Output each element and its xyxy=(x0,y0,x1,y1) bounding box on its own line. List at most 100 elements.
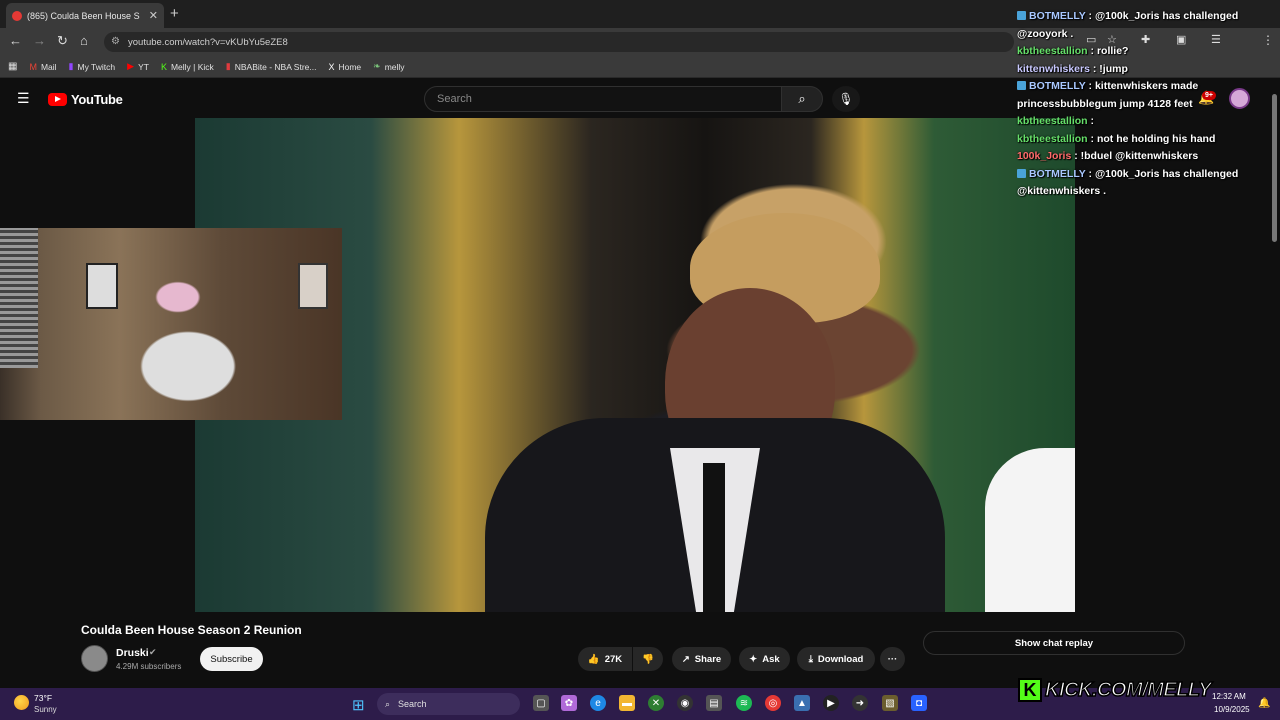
tab-title: (865) Coulda Been House S xyxy=(27,10,140,21)
taskbar-search-icon: ⌕ xyxy=(385,698,391,709)
kick-url-text: KICK.COM/MELLY xyxy=(1044,678,1212,702)
back-icon[interactable]: ← xyxy=(9,33,22,48)
weather-temperature[interactable]: 73°F xyxy=(34,693,52,703)
channel-avatar[interactable] xyxy=(81,645,108,672)
youtube-logo[interactable]: YouTube xyxy=(48,92,123,107)
chat-text: not he holding his hand xyxy=(1096,132,1216,145)
menu-icon[interactable]: ☰ xyxy=(17,90,30,107)
chat-username: 100k_Joris xyxy=(1017,150,1072,162)
address-bar[interactable]: youtube.com/watch?v=vKUbYu5eZE8 xyxy=(104,32,1014,52)
search-placeholder: Search xyxy=(437,93,472,105)
taskbar-time[interactable]: 12:32 AM xyxy=(1212,692,1246,701)
bookmark-item[interactable]: K Melly | Kick xyxy=(161,62,214,72)
like-button[interactable]: 👍 27K xyxy=(578,647,632,671)
chat-message: kittenwhiskers : !jump xyxy=(1017,61,1267,79)
youtube-favicon-icon xyxy=(12,10,22,21)
chat-username: kbtheestallion xyxy=(1017,45,1088,57)
youtube-play-icon xyxy=(48,93,67,106)
youtube-logo-text: YouTube xyxy=(71,92,123,107)
bookmark-label: My Twitch xyxy=(77,61,116,72)
chat-separator: : xyxy=(1085,167,1095,180)
chat-username: kittenwhiskers xyxy=(1017,62,1090,75)
chat-text: !jump xyxy=(1099,62,1128,75)
chat-username: BOTMELLY xyxy=(1029,167,1086,180)
bookmark-item[interactable]: M Mail xyxy=(29,62,56,72)
search-icon: ⌕ xyxy=(798,91,806,106)
chat-username: BOTMELLY xyxy=(1029,80,1086,92)
leaf-icon: ❧ xyxy=(373,61,381,71)
chat-message: kbtheestallion : xyxy=(1017,113,1267,131)
weather-condition[interactable]: Sunny xyxy=(34,705,57,714)
chat-separator: : xyxy=(1085,10,1095,22)
kick-stream-overlay: K KICK.COM/MELLY xyxy=(1018,677,1212,703)
dislike-button[interactable]: 👎 xyxy=(633,647,663,671)
stream-chat-overlay: BOTMELLY : @100k_Joris has challenged @z… xyxy=(1017,8,1267,201)
reload-icon[interactable]: ↻ xyxy=(57,33,68,49)
tab-close-icon[interactable]: ✕ xyxy=(149,9,158,22)
bookmark-item[interactable]: ▮ NBABite - NBA Stre... xyxy=(226,61,317,72)
notification-bell-icon[interactable]: 🔔 xyxy=(1258,698,1270,709)
bookmark-item[interactable]: ▮ My Twitch xyxy=(69,61,116,72)
bookmark-item[interactable]: ▶ YT xyxy=(127,61,149,72)
bookmark-label: Mail xyxy=(40,61,57,72)
webcam-window-blinds xyxy=(0,228,38,368)
chat-message: 100k_Joris : !bduel @kittenwhiskers xyxy=(1017,148,1267,166)
task-view-icon[interactable]: ▢ xyxy=(533,695,549,711)
search-input[interactable]: Search xyxy=(424,86,782,112)
photos-icon[interactable]: ▲ xyxy=(794,695,810,711)
subscribe-button[interactable]: Subscribe xyxy=(200,647,263,671)
windows-start-icon[interactable]: ⊞ xyxy=(352,696,365,714)
chat-separator: : xyxy=(1087,132,1097,145)
app-arrow-icon[interactable]: ➜ xyxy=(852,695,868,711)
download-button[interactable]: ⤓ Download xyxy=(797,647,875,671)
taskbar-date[interactable]: 10/9/2025 xyxy=(1214,705,1250,714)
edge-icon[interactable]: e xyxy=(590,695,606,711)
gmail-icon: M xyxy=(29,61,37,72)
video-frame-detail xyxy=(703,463,725,612)
new-tab-button[interactable]: + xyxy=(170,5,179,22)
spotify-icon[interactable]: ≋ xyxy=(736,695,752,711)
chat-text: rollie? xyxy=(1096,45,1129,57)
sun-weather-icon[interactable] xyxy=(14,695,29,710)
page-scrollbar[interactable] xyxy=(1272,94,1277,242)
bot-badge-icon xyxy=(1017,168,1026,178)
store-icon[interactable]: ▤ xyxy=(706,695,722,711)
copilot-icon[interactable]: ✿ xyxy=(561,695,577,711)
media-player-icon[interactable]: ▶ xyxy=(823,695,839,711)
chat-separator: : xyxy=(1085,80,1095,92)
chat-separator: : xyxy=(1087,45,1097,57)
webcam-wall-frame xyxy=(298,263,328,309)
chrome-icon[interactable]: ◎ xyxy=(765,695,781,711)
chat-username: BOTMELLY xyxy=(1029,10,1086,22)
download-icon: ⤓ xyxy=(808,653,813,665)
taskbar-search[interactable]: ⌕ Search xyxy=(377,693,520,715)
search-button[interactable]: ⌕ xyxy=(781,86,823,112)
show-chat-replay-button[interactable]: Show chat replay xyxy=(923,631,1185,655)
browser-tab[interactable]: (865) Coulda Been House S ✕ xyxy=(6,3,164,28)
webcam-wall-frame xyxy=(86,263,118,309)
xbox-icon[interactable]: ✕ xyxy=(648,695,664,711)
app-tile-icon[interactable]: ▧ xyxy=(882,695,898,711)
obs-icon[interactable]: ◉ xyxy=(677,695,693,711)
twitch-icon: ▮ xyxy=(68,61,74,71)
voice-search-button[interactable]: 🎙 xyxy=(832,86,860,112)
file-explorer-icon[interactable]: ▬ xyxy=(619,695,635,711)
more-icon: ··· xyxy=(887,653,898,665)
site-info-icon[interactable]: ⚙ xyxy=(111,36,120,47)
apps-grid-icon[interactable]: ▦ xyxy=(8,61,17,72)
forward-icon[interactable]: → xyxy=(33,33,46,48)
ask-label: Ask xyxy=(762,653,780,665)
channel-name[interactable]: Druski xyxy=(116,647,149,659)
bookmark-item[interactable]: ❧ melly xyxy=(373,61,404,72)
chat-separator: : xyxy=(1089,62,1100,75)
home-icon[interactable]: ⌂ xyxy=(80,33,88,48)
more-actions-button[interactable]: ··· xyxy=(880,647,905,671)
share-button[interactable]: ↗ Share xyxy=(672,647,731,671)
youtube-icon: ▶ xyxy=(127,61,135,71)
app-blue-icon[interactable]: ◘ xyxy=(911,695,927,711)
share-label: Share xyxy=(694,653,722,665)
bookmark-item[interactable]: X Home xyxy=(328,62,361,72)
ask-button[interactable]: ✦ Ask xyxy=(739,647,790,671)
verified-badge-icon: ✔ xyxy=(149,647,157,657)
bot-badge-icon xyxy=(1017,11,1026,20)
